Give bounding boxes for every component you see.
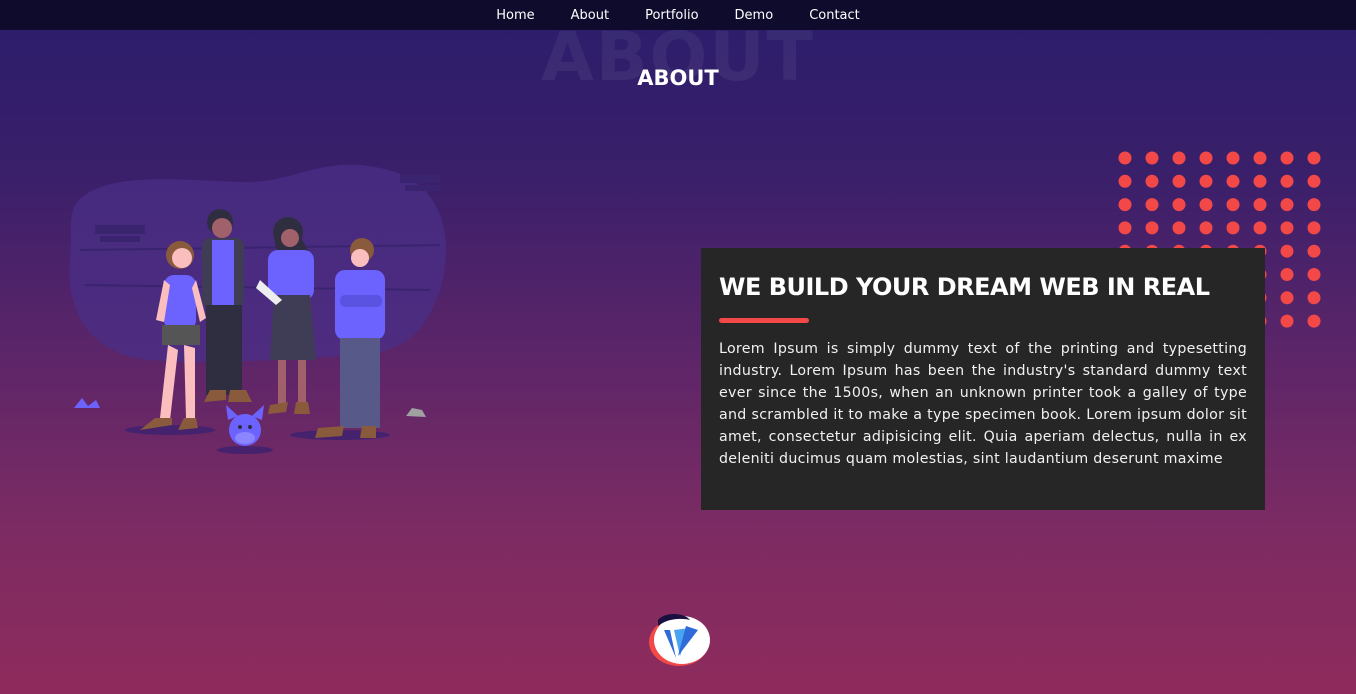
dot — [1307, 174, 1321, 188]
dot — [1118, 198, 1132, 212]
dot — [1307, 268, 1321, 281]
dot — [1280, 244, 1294, 258]
dot — [1280, 174, 1294, 188]
dot — [1253, 198, 1267, 212]
dot — [1280, 198, 1294, 212]
dot — [1253, 151, 1267, 165]
dot — [1118, 221, 1132, 235]
dot — [1280, 291, 1294, 305]
dot — [1307, 314, 1321, 328]
dot — [1307, 198, 1321, 212]
dot — [1145, 151, 1159, 165]
dot — [1199, 151, 1213, 165]
dot — [1280, 314, 1294, 328]
card-text: Lorem Ipsum is simply dummy text of the … — [719, 341, 1247, 467]
dot — [1118, 151, 1132, 165]
dot — [1253, 221, 1267, 235]
dot — [1253, 174, 1267, 188]
dot — [1307, 291, 1321, 305]
brand-logo[interactable] — [644, 610, 714, 670]
accent-divider — [719, 318, 809, 323]
team-illustration — [69, 164, 447, 454]
dot — [1307, 221, 1321, 235]
dot — [1145, 198, 1159, 212]
about-card: WE BUILD YOUR DREAM WEB IN REAL Lorem Ip… — [701, 248, 1265, 510]
dot — [1226, 174, 1240, 188]
dot — [1145, 221, 1159, 235]
dot — [1118, 174, 1132, 188]
dot — [1280, 151, 1294, 165]
dot — [1307, 151, 1321, 165]
dot — [1226, 221, 1240, 235]
section-title: ABOUT — [637, 66, 719, 90]
dot — [1172, 198, 1186, 212]
dot — [1307, 244, 1321, 258]
dot — [1172, 174, 1186, 188]
dot — [1280, 221, 1294, 235]
dot — [1199, 198, 1213, 212]
dot — [1280, 268, 1294, 281]
dot — [1199, 221, 1213, 235]
dot — [1199, 174, 1213, 188]
dot — [1226, 198, 1240, 212]
card-title: WE BUILD YOUR DREAM WEB IN REAL — [719, 273, 1210, 301]
dot — [1172, 151, 1186, 165]
dot — [1172, 221, 1186, 235]
dot — [1226, 151, 1240, 165]
dot — [1145, 174, 1159, 188]
